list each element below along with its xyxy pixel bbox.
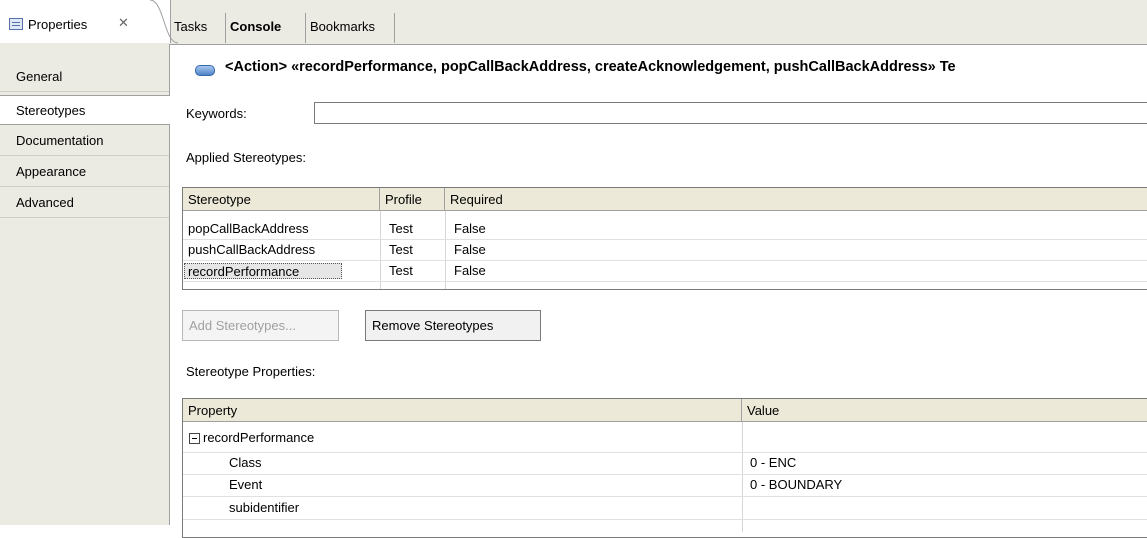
- add-stereotypes-button[interactable]: Add Stereotypes...: [182, 310, 339, 341]
- table-cell-stereotype[interactable]: pushCallBackAddress: [183, 242, 315, 258]
- applied-stereotypes-label: Applied Stereotypes:: [186, 150, 306, 165]
- column-divider: [445, 211, 446, 289]
- column-header-profile[interactable]: Profile: [380, 188, 445, 211]
- column-divider: [742, 422, 743, 532]
- table-cell-profile[interactable]: Test: [384, 242, 413, 258]
- property-value[interactable]: 0 - BOUNDARY: [745, 477, 842, 493]
- row-divider: [183, 260, 1147, 261]
- row-divider: [183, 496, 1147, 497]
- column-header-value[interactable]: Value: [742, 399, 1147, 422]
- column-header-property[interactable]: Property: [183, 399, 742, 422]
- property-name[interactable]: Class: [224, 455, 262, 471]
- close-icon[interactable]: ✕: [118, 15, 129, 31]
- row-divider: [183, 239, 1147, 240]
- property-name[interactable]: subidentifier: [224, 500, 299, 516]
- tab-console[interactable]: Console: [226, 13, 285, 43]
- properties-icon: [9, 18, 23, 30]
- tree-group-label[interactable]: recordPerformance: [200, 430, 314, 446]
- column-header-stereotype[interactable]: Stereotype: [183, 188, 380, 211]
- table-cell-stereotype-selected[interactable]: recordPerformance: [184, 263, 342, 279]
- row-divider: [183, 452, 1147, 453]
- sidebar-item-documentation[interactable]: Documentation: [0, 126, 169, 156]
- action-icon: [195, 65, 215, 76]
- table-cell-profile[interactable]: Test: [384, 263, 413, 279]
- row-divider: [183, 474, 1147, 475]
- row-divider: [183, 519, 1147, 520]
- keywords-input[interactable]: [314, 102, 1147, 124]
- property-value[interactable]: [745, 500, 750, 516]
- stereotype-properties-label: Stereotype Properties:: [186, 364, 316, 379]
- sidebar-item-general[interactable]: General: [0, 62, 169, 92]
- sidebar-item-appearance[interactable]: Appearance: [0, 157, 169, 187]
- row-divider: [183, 281, 1147, 282]
- sidebar-item-stereotypes[interactable]: Stereotypes: [0, 95, 170, 125]
- collapse-icon[interactable]: [189, 433, 200, 444]
- tab-properties[interactable]: Properties ✕: [0, 0, 171, 43]
- keywords-label: Keywords:: [186, 106, 247, 121]
- table-cell-required[interactable]: False: [449, 263, 486, 279]
- sidebar-item-advanced[interactable]: Advanced: [0, 188, 169, 218]
- table-cell-required[interactable]: False: [449, 221, 486, 237]
- tab-divider: [394, 13, 395, 43]
- property-value[interactable]: 0 - ENC: [745, 455, 796, 471]
- tab-tasks[interactable]: Tasks: [170, 13, 211, 43]
- table-cell-profile[interactable]: Test: [384, 221, 413, 237]
- remove-stereotypes-button[interactable]: Remove Stereotypes: [365, 310, 541, 341]
- table-cell-required[interactable]: False: [449, 242, 486, 258]
- column-divider: [380, 211, 381, 289]
- page-title: <Action> «recordPerformance, popCallBack…: [225, 59, 956, 75]
- property-name[interactable]: Event: [224, 477, 262, 493]
- table-cell-stereotype[interactable]: popCallBackAddress: [183, 221, 309, 237]
- tab-bookmarks[interactable]: Bookmarks: [306, 13, 379, 43]
- tab-properties-label: Properties: [28, 17, 88, 32]
- column-header-required[interactable]: Required: [445, 188, 1147, 211]
